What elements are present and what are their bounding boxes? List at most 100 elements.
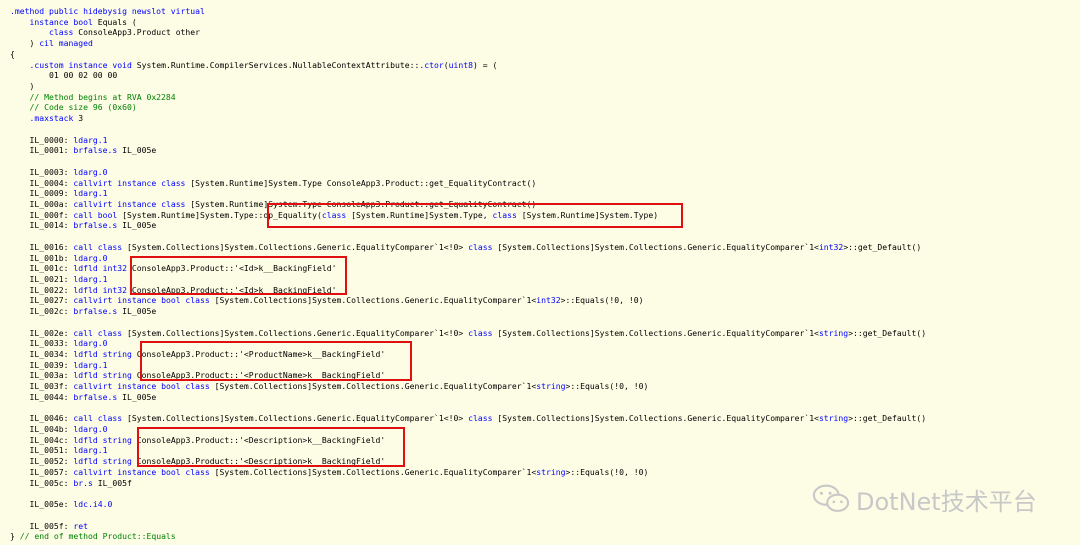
code-token: } bbox=[10, 531, 20, 542]
code-token: IL_0003: bbox=[10, 166, 74, 177]
code-token: class bbox=[48, 27, 74, 38]
code-line: // Code size 96 (0x60) bbox=[10, 102, 1080, 113]
code-line: .method public hidebysig newslot virtual bbox=[10, 6, 1080, 17]
code-token: IL_0046: bbox=[10, 413, 74, 424]
code-token: [System.Collections]System.Collections.G… bbox=[492, 327, 819, 338]
code-line: IL_0027: callvirt instance bool class [S… bbox=[10, 295, 1080, 306]
code-token: .method public hidebysig newslot virtual bbox=[10, 6, 205, 16]
code-token: uint8 bbox=[448, 59, 473, 70]
code-token: class bbox=[468, 413, 493, 424]
code-token: IL_005e: bbox=[10, 499, 74, 510]
code-token: IL_0033: bbox=[10, 338, 74, 349]
watermark: DotNet技术平台 bbox=[812, 482, 1037, 516]
code-line: instance bool Equals ( bbox=[10, 17, 1080, 28]
code-line: IL_0004: callvirt instance class [System… bbox=[10, 178, 1080, 189]
code-token: [System.Collections]System.Collections.G… bbox=[122, 327, 469, 338]
code-token: ldfld string bbox=[73, 349, 132, 359]
code-line: .custom instance void System.Runtime.Com… bbox=[10, 60, 1080, 71]
code-token: >::get_Default() bbox=[848, 327, 927, 338]
code-token: IL_0009: bbox=[10, 188, 74, 199]
code-token: brfalse.s bbox=[73, 145, 118, 156]
code-token: ldarg.1 bbox=[73, 359, 108, 370]
code-token: ret bbox=[73, 520, 88, 531]
code-line: IL_0057: callvirt instance bool class [S… bbox=[10, 467, 1080, 478]
code-token: IL_0021: bbox=[10, 273, 74, 284]
code-token: IL_005c: bbox=[10, 477, 74, 488]
watermark-text: DotNet技术平台 bbox=[856, 487, 1037, 516]
code-token: .custom instance void bbox=[29, 59, 132, 70]
code-token: callvirt instance class bbox=[73, 198, 186, 209]
code-token: >::get_Default() bbox=[843, 241, 922, 252]
code-token: 3 bbox=[73, 113, 84, 124]
code-token: ldarg.1 bbox=[73, 273, 108, 284]
code-token: int32 bbox=[818, 241, 844, 252]
code-token: // end of method Product::Equals bbox=[19, 531, 176, 542]
code-token: IL_0034: bbox=[10, 349, 74, 359]
code-token: ldc.i4.0 bbox=[73, 499, 113, 510]
code-token: [System.Collections]System.Collections.G… bbox=[209, 466, 537, 477]
code-token: [System.Collections]System.Collections.G… bbox=[492, 413, 819, 424]
code-token: IL_004c: bbox=[10, 434, 74, 445]
code-line: class ConsoleApp3.Product other bbox=[10, 27, 1080, 38]
code-token: ldarg.0 bbox=[73, 424, 108, 435]
code-token: IL_0027: bbox=[10, 295, 74, 306]
code-token: ConsoleApp3.Product other bbox=[73, 27, 201, 38]
code-line: IL_003f: callvirt instance bool class [S… bbox=[10, 381, 1080, 392]
code-token: IL_000f: bbox=[10, 209, 74, 220]
code-token: instance bool bbox=[29, 16, 93, 27]
wechat-icon bbox=[812, 484, 850, 512]
code-token: IL_001c: bbox=[10, 263, 74, 274]
code-token: .ctor bbox=[419, 59, 444, 70]
code-token: IL_0022: bbox=[10, 284, 74, 295]
code-token: class bbox=[468, 327, 493, 338]
code-token: IL_005e bbox=[117, 145, 157, 156]
highlight-op-equality bbox=[267, 203, 683, 228]
code-token: ) bbox=[10, 38, 40, 49]
code-token: ldarg.1 bbox=[73, 188, 108, 199]
code-token: call class bbox=[73, 241, 123, 252]
code-line: ) bbox=[10, 81, 1080, 92]
code-token: ldarg.0 bbox=[73, 338, 108, 349]
code-token: [System.Collections]System.Collections.G… bbox=[209, 295, 537, 306]
code-line: IL_0009: ldarg.1 bbox=[10, 188, 1080, 199]
code-token: IL_005f: bbox=[10, 520, 74, 531]
code-token: string bbox=[818, 327, 849, 338]
code-token: // Code size 96 (0x60) bbox=[10, 102, 137, 113]
code-token: IL_005e bbox=[117, 391, 157, 402]
code-token: .maxstack bbox=[29, 113, 74, 124]
code-token: callvirt instance class bbox=[73, 177, 186, 188]
code-token: [System.Collections]System.Collections.G… bbox=[209, 381, 537, 392]
code-token: [System.Collections]System.Collections.G… bbox=[492, 241, 819, 252]
code-token: IL_0039: bbox=[10, 359, 74, 370]
code-token: IL_001b: bbox=[10, 252, 74, 263]
highlight-description-backing-field bbox=[137, 427, 405, 467]
code-token: IL_0016: bbox=[10, 241, 74, 252]
code-token: cil managed bbox=[39, 38, 93, 49]
highlight-productname-backing-field bbox=[140, 341, 412, 381]
code-line: IL_002c: brfalse.s IL_005e bbox=[10, 306, 1080, 317]
code-token: IL_004b: bbox=[10, 424, 74, 435]
code-token: ldfld string bbox=[73, 370, 132, 381]
code-token: int32 bbox=[536, 295, 561, 306]
code-line: { bbox=[10, 49, 1080, 60]
code-token: IL_002e: bbox=[10, 327, 74, 338]
code-token: callvirt instance bool class bbox=[73, 295, 210, 306]
code-token: call class bbox=[73, 327, 123, 338]
code-token: IL_0051: bbox=[10, 445, 74, 456]
code-token: [System.Runtime]System.Type ConsoleApp3.… bbox=[185, 177, 537, 188]
code-token: IL_003a: bbox=[10, 370, 74, 381]
code-token: brfalse.s bbox=[73, 220, 118, 231]
code-token: IL_0057: bbox=[10, 466, 74, 477]
code-token: call bool bbox=[73, 209, 118, 220]
code-line: } // end of method Product::Equals bbox=[10, 531, 1080, 542]
code-token: [System.Collections]System.Collections.G… bbox=[122, 241, 469, 252]
code-token: IL_002c: bbox=[10, 306, 74, 317]
code-token: System.Runtime.CompilerServices.Nullable… bbox=[131, 59, 420, 70]
code-token: br.s bbox=[73, 477, 93, 488]
code-token: string bbox=[536, 381, 566, 392]
code-token: ldfld string bbox=[73, 456, 132, 467]
